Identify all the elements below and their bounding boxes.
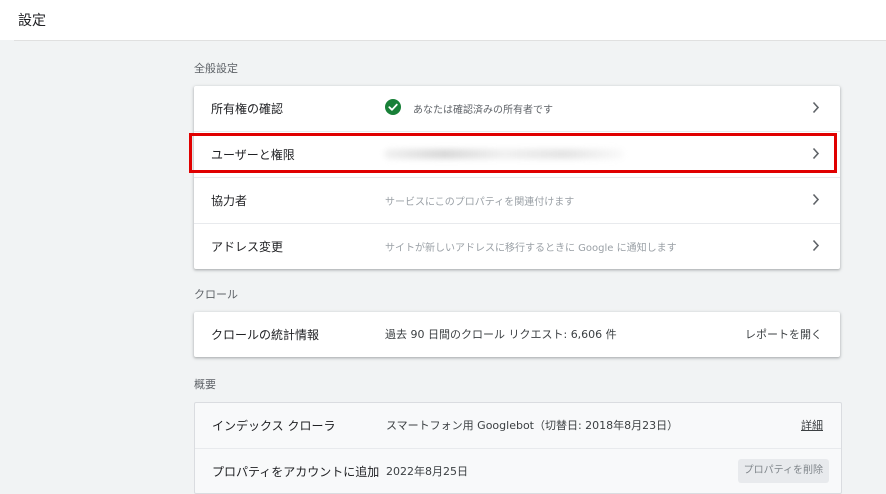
row-label: ユーザーと権限	[211, 148, 295, 162]
settings-row-crawl-stats[interactable]: クロールの統計情報 過去 90 日間のクロール リクエスト: 6,606 件 レ…	[194, 312, 840, 357]
settings-row-change-of-address[interactable]: アドレス変更 サイトが新しいアドレスに移行するときに Google に通知します	[194, 224, 840, 269]
settings-row-associations[interactable]: 協力者 サービスにこのプロパティを関連付けます	[194, 178, 840, 224]
crawl-card: クロールの統計情報 過去 90 日間のクロール リクエスト: 6,606 件 レ…	[194, 312, 840, 357]
row-label: アドレス変更	[211, 240, 284, 254]
chevron-right-icon	[812, 101, 820, 114]
top-bar: 設定	[0, 0, 886, 40]
section-label-overview: 概要	[194, 378, 216, 391]
remove-property-button[interactable]: プロパティを削除	[737, 459, 829, 483]
divider	[14, 40, 886, 41]
check-circle-icon	[385, 99, 401, 115]
settings-row-property-added: プロパティをアカウントに追加 2022年8月25日 プロパティを削除	[195, 449, 841, 494]
redacted-value	[384, 149, 624, 159]
overview-card: インデックス クローラ スマートフォン用 Googlebot（切替日: 2018…	[194, 402, 842, 494]
row-value: スマートフォン用 Googlebot（切替日: 2018年8月23日）	[386, 419, 679, 432]
row-label: 協力者	[211, 194, 248, 208]
section-label-general: 全般設定	[194, 62, 238, 75]
row-value: 過去 90 日間のクロール リクエスト: 6,606 件	[385, 328, 617, 341]
row-value: サービスにこのプロパティを関連付けます	[385, 197, 575, 208]
settings-row-index-crawler: インデックス クローラ スマートフォン用 Googlebot（切替日: 2018…	[195, 403, 841, 449]
chevron-right-icon	[812, 147, 820, 160]
general-settings-card: 所有権の確認 あなたは確認済みの所有者です ユーザーと権限 協力者 サービスにこ…	[194, 86, 840, 269]
row-label: 所有権の確認	[211, 102, 284, 116]
row-label: インデックス クローラ	[212, 419, 336, 433]
chevron-right-icon	[812, 193, 820, 206]
open-report-link[interactable]: レポートを開く	[745, 326, 822, 342]
row-value: 2022年8月25日	[386, 465, 468, 478]
row-value: あなたは確認済みの所有者です	[413, 105, 553, 116]
settings-row-users-permissions[interactable]: ユーザーと権限	[194, 132, 840, 178]
row-label: プロパティをアカウントに追加	[212, 465, 380, 479]
row-label: クロールの統計情報	[211, 328, 320, 342]
settings-row-ownership[interactable]: 所有権の確認 あなたは確認済みの所有者です	[194, 86, 840, 132]
page-title: 設定	[18, 13, 46, 29]
chevron-right-icon	[812, 239, 820, 252]
section-label-crawl: クロール	[194, 288, 238, 301]
row-value: サイトが新しいアドレスに移行するときに Google に通知します	[385, 243, 677, 254]
details-link[interactable]: 詳細	[801, 417, 823, 433]
